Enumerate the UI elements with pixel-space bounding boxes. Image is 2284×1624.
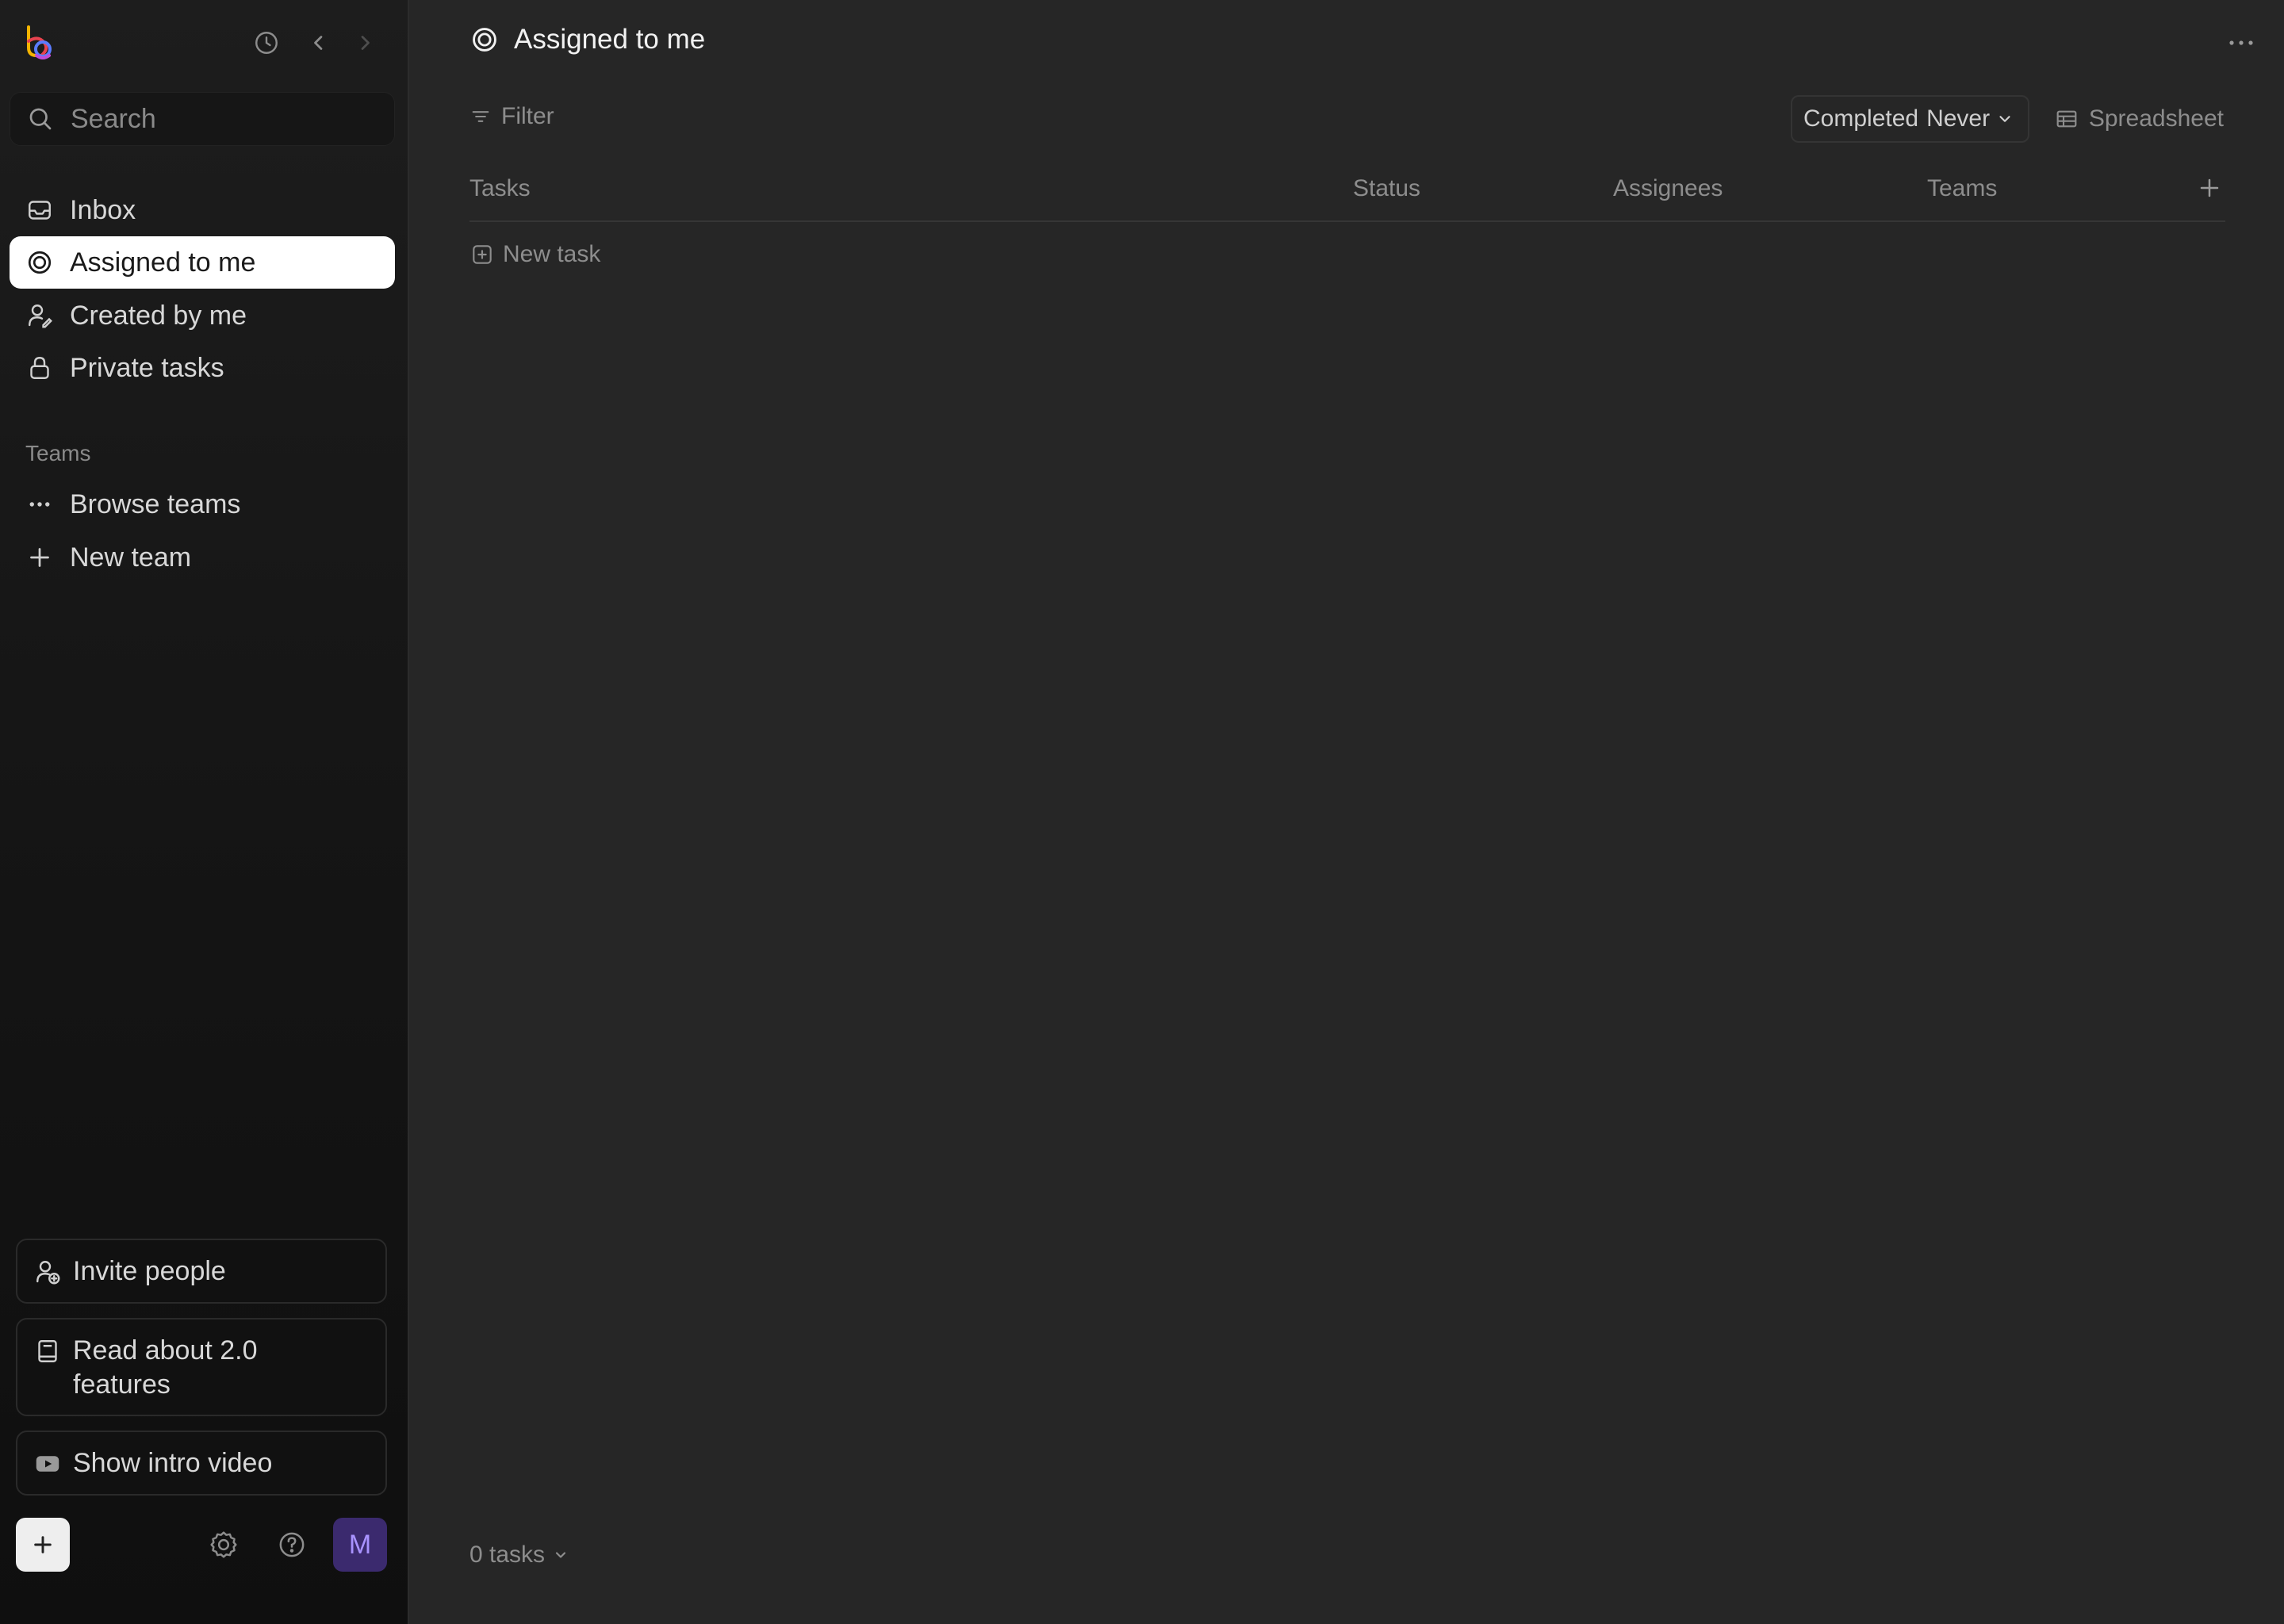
plus-icon	[30, 548, 49, 567]
invite-people-button[interactable]: Invite people	[16, 1239, 387, 1304]
sidebar-item-label: Inbox	[70, 194, 136, 225]
column-header-status[interactable]: Status	[1353, 175, 1420, 202]
new-task-label: New task	[503, 241, 601, 267]
column-header-tasks[interactable]: Tasks	[469, 175, 531, 202]
read-about-features-button[interactable]: Read about 2.0 features	[16, 1318, 387, 1416]
search-icon	[29, 108, 52, 130]
completed-dropdown[interactable]: Completed Never	[1791, 95, 2030, 143]
plus-icon	[2200, 178, 2219, 197]
forward-chevron-icon[interactable]	[349, 27, 381, 59]
sidebar-item-new-team[interactable]: New team	[10, 531, 395, 584]
completed-label: Completed	[1803, 105, 1919, 132]
book-icon	[38, 1340, 57, 1362]
sidebar: Inbox Assigned to me Created by me Priva…	[0, 0, 409, 1624]
page-title: Assigned to me	[514, 24, 706, 55]
sidebar-item-label: Browse teams	[70, 488, 241, 519]
sidebar-item-inbox[interactable]: Inbox	[10, 184, 395, 236]
sidebar-item-browse-teams[interactable]: Browse teams	[10, 478, 395, 530]
more-dots-icon	[2229, 40, 2253, 45]
new-task-button[interactable]: New task	[469, 241, 600, 268]
invite-people-label: Invite people	[73, 1256, 226, 1286]
search-input[interactable]	[69, 102, 370, 136]
help-question-icon[interactable]	[274, 1527, 309, 1562]
task-count-dropdown[interactable]: 0 tasks	[469, 1542, 569, 1568]
spreadsheet-table-icon	[2056, 110, 2077, 128]
target-icon	[28, 251, 52, 274]
more-options-button[interactable]	[2222, 27, 2260, 59]
sidebar-top-bar	[0, 0, 409, 87]
page-header: Assigned to me	[469, 24, 705, 56]
view-spreadsheet-button[interactable]: Spreadsheet	[2054, 100, 2224, 138]
chevron-down-icon	[1999, 116, 2010, 122]
sidebar-item-label: New team	[70, 542, 192, 573]
main-content: Assigned to me Filter Completed Never Sp…	[409, 0, 2284, 1624]
filter-label: Filter	[501, 103, 554, 129]
user-avatar[interactable]: M	[333, 1518, 387, 1572]
settings-gear-icon[interactable]	[206, 1527, 241, 1562]
sidebar-item-label: Assigned to me	[70, 247, 256, 278]
app-logo-icon[interactable]	[22, 24, 57, 63]
target-icon	[473, 28, 496, 52]
task-count-label: 0 tasks	[469, 1542, 546, 1568]
user-edit-icon	[29, 304, 52, 328]
show-intro-video-label: Show intro video	[73, 1448, 273, 1478]
spreadsheet-label: Spreadsheet	[2088, 105, 2224, 132]
filter-button[interactable]: Filter	[469, 103, 554, 130]
back-chevron-icon[interactable]	[303, 27, 335, 59]
filter-icon	[472, 111, 489, 122]
sidebar-item-assigned-to-me[interactable]: Assigned to me	[10, 236, 395, 289]
sidebar-item-label: Private tasks	[70, 352, 224, 383]
app-window: Inbox Assigned to me Created by me Priva…	[0, 0, 2284, 1624]
chevron-down-icon	[555, 1552, 566, 1558]
more-dots-icon	[29, 502, 50, 507]
column-header-teams[interactable]: Teams	[1927, 175, 1997, 202]
user-plus-icon	[36, 1261, 60, 1285]
search-box[interactable]	[10, 92, 395, 146]
show-intro-video-button[interactable]: Show intro video	[16, 1431, 387, 1496]
youtube-play-icon	[36, 1456, 59, 1472]
inbox-icon	[29, 201, 51, 220]
sidebar-item-private-tasks[interactable]: Private tasks	[10, 342, 395, 394]
plus-icon	[34, 1536, 52, 1553]
lock-icon	[30, 357, 49, 379]
plus-square-icon	[473, 245, 492, 264]
teams-section-label: Teams	[25, 441, 91, 465]
add-column-button[interactable]	[2194, 172, 2225, 204]
read-about-features-label: Read about 2.0 features	[73, 1335, 258, 1400]
create-new-button[interactable]	[16, 1518, 70, 1572]
sidebar-item-created-by-me[interactable]: Created by me	[10, 289, 395, 342]
column-header-assignees[interactable]: Assignees	[1613, 175, 1723, 202]
sidebar-item-label: Created by me	[70, 300, 247, 331]
history-clock-icon[interactable]	[251, 27, 282, 59]
completed-value: Never	[1926, 105, 1991, 132]
table-header: Tasks Status Assignees Teams	[469, 163, 2225, 222]
